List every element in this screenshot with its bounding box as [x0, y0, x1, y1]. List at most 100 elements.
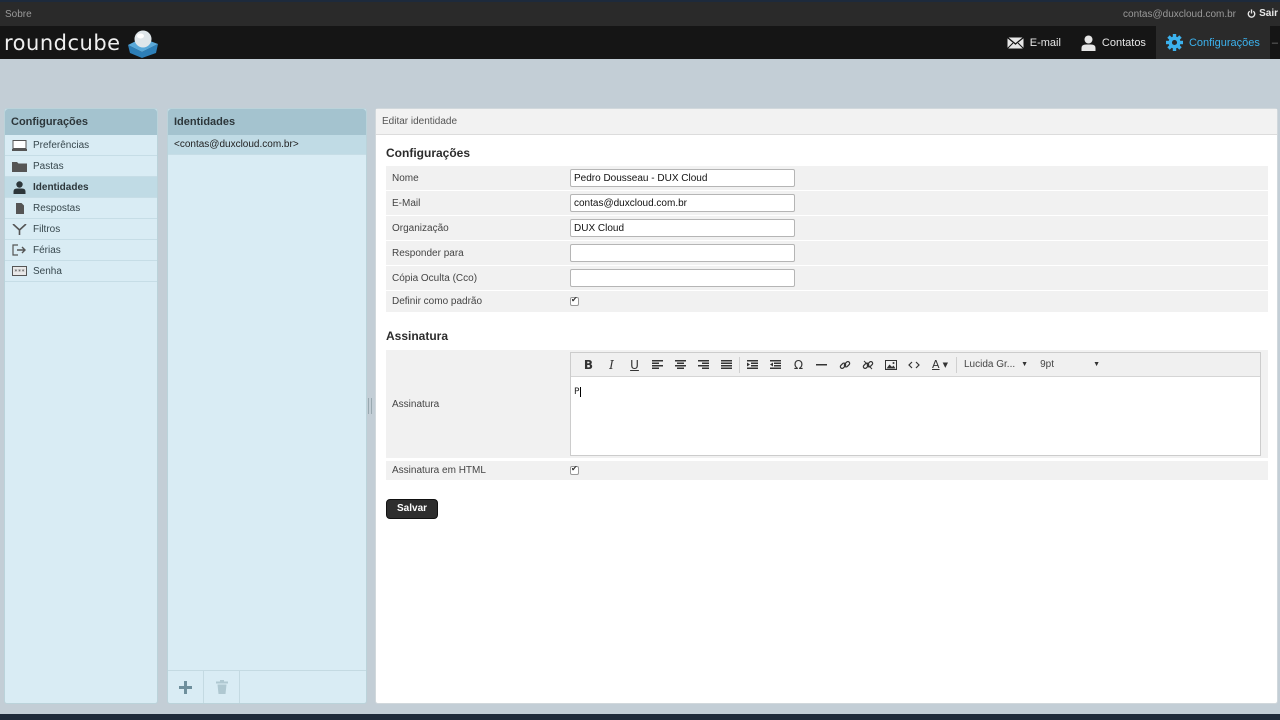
identity-form: Nome E-Mail Organização Responder para C… — [386, 166, 1268, 313]
font-size-value: 9pt — [1040, 359, 1054, 370]
align-right-icon — [698, 360, 709, 369]
font-family-select[interactable]: Lucida Gr... ▼ — [958, 359, 1034, 370]
font-size-select[interactable]: 9pt ▼ — [1034, 359, 1106, 370]
special-char-button[interactable]: Ω — [787, 354, 810, 376]
identities-footer — [168, 670, 366, 703]
name-input[interactable] — [570, 169, 795, 187]
user-email: contas@duxcloud.com.br — [1123, 9, 1236, 20]
task-email[interactable]: E-mail — [997, 26, 1071, 59]
task-email-label: E-mail — [1029, 36, 1061, 49]
form-row-html-signature: Assinatura em HTML — [386, 461, 1268, 481]
settings-nav-panel: Configurações Preferências Pastas Identi… — [4, 108, 158, 704]
link-icon — [839, 360, 850, 369]
bold-button[interactable]: B — [577, 354, 600, 376]
settings-nav-title: Configurações — [5, 109, 157, 135]
nav-item-filters[interactable]: Filtros — [5, 219, 157, 240]
reply-to-input[interactable] — [570, 244, 795, 262]
text-color-button[interactable]: A ▼ — [925, 354, 955, 376]
chevron-down-icon: ▼ — [942, 360, 948, 369]
unlink-button[interactable] — [856, 354, 879, 376]
save-button[interactable]: Salvar — [386, 499, 439, 519]
task-settings-label: Configurações — [1188, 36, 1260, 49]
nav-item-folders[interactable]: Pastas — [5, 156, 157, 177]
signature-section-title: Assinatura — [386, 329, 449, 343]
html-signature-container: Assinatura em HTML — [386, 461, 1268, 481]
toolbar-separator — [739, 356, 740, 373]
link-button[interactable] — [833, 354, 856, 376]
nav-item-vacation[interactable]: Férias — [5, 240, 157, 261]
task-settings[interactable]: Configurações — [1155, 26, 1270, 59]
italic-button[interactable]: I — [600, 354, 623, 376]
bcc-label: Cópia Oculta (Cco) — [392, 272, 478, 284]
align-left-icon — [652, 360, 663, 369]
nav-item-preferences[interactable]: Preferências — [5, 135, 157, 156]
envelope-icon — [1006, 36, 1024, 49]
roundcube-logo[interactable]: roundcube — [4, 28, 160, 58]
identity-item[interactable]: <contas@duxcloud.com.br> — [168, 135, 366, 155]
nav-item-label: Filtros — [33, 223, 61, 235]
unlink-icon — [862, 360, 873, 369]
text-color-letter: A — [932, 358, 940, 371]
html-signature-label: Assinatura em HTML — [392, 465, 486, 476]
vacation-icon — [12, 244, 26, 256]
task-overflow[interactable]: – — [1270, 26, 1280, 59]
about-link[interactable]: Sobre — [5, 9, 32, 20]
settings-section-title: Configurações — [386, 146, 471, 160]
text-cursor — [580, 387, 582, 397]
nav-item-identities[interactable]: Identidades — [5, 177, 157, 198]
default-label: Definir como padrão — [392, 296, 483, 307]
add-identity-button[interactable] — [168, 671, 204, 703]
code-icon — [907, 361, 920, 368]
nav-item-responses[interactable]: Respostas — [5, 198, 157, 219]
header-bar: roundcube E-mail Contatos Configurações … — [0, 26, 1280, 59]
horizontal-rule-icon — [816, 363, 827, 365]
align-left-button[interactable] — [646, 354, 669, 376]
panel-splitter[interactable] — [368, 398, 372, 414]
filter-icon — [12, 223, 27, 235]
signature-row: Assinatura B I U Ω A ▼ Lucida Gr... ▼ 9p… — [386, 350, 1268, 458]
task-contacts[interactable]: Contatos — [1071, 26, 1156, 59]
default-checkbox[interactable] — [570, 295, 579, 306]
form-row-email: E-Mail — [386, 191, 1268, 216]
font-family-value: Lucida Gr... — [964, 359, 1016, 370]
identities-panel: Identidades <contas@duxcloud.com.br> — [167, 108, 367, 704]
html-signature-checkbox[interactable] — [570, 464, 579, 475]
email-input[interactable] — [570, 194, 795, 212]
delete-identity-button[interactable] — [204, 671, 240, 703]
person-icon — [13, 180, 26, 194]
email-label: E-Mail — [392, 197, 421, 209]
logout-button[interactable]: Sair — [1247, 8, 1278, 19]
align-right-button[interactable] — [692, 354, 715, 376]
outdent-button[interactable] — [741, 354, 764, 376]
signature-editor: B I U Ω A ▼ Lucida Gr... ▼ 9pt ▼ P — [570, 352, 1261, 456]
source-code-button[interactable] — [902, 354, 925, 376]
form-row-organization: Organização — [386, 216, 1268, 241]
image-button[interactable] — [879, 354, 902, 376]
align-justify-button[interactable] — [715, 354, 738, 376]
form-row-default: Definir como padrão — [386, 291, 1268, 313]
form-row-reply-to: Responder para — [386, 241, 1268, 266]
top-line: Sobre contas@duxcloud.com.br Sair — [0, 0, 1280, 26]
align-center-button[interactable] — [669, 354, 692, 376]
document-icon — [16, 202, 24, 214]
underline-button[interactable]: U — [623, 354, 646, 376]
name-label: Nome — [392, 172, 419, 184]
person-icon — [1081, 35, 1096, 51]
signature-text-area[interactable]: P — [571, 377, 1260, 407]
nav-item-label: Férias — [33, 244, 61, 256]
chevron-down-icon: ▼ — [1021, 361, 1029, 368]
nav-item-password[interactable]: *** Senha — [5, 261, 157, 282]
indent-button[interactable] — [764, 354, 787, 376]
editor-toolbar: B I U Ω A ▼ Lucida Gr... ▼ 9pt ▼ — [571, 353, 1260, 377]
horizontal-rule-button[interactable] — [810, 354, 833, 376]
bcc-input[interactable] — [570, 269, 795, 287]
form-row-bcc: Cópia Oculta (Cco) — [386, 266, 1268, 291]
outdent-icon — [747, 360, 758, 369]
plus-icon — [179, 680, 192, 694]
organization-input[interactable] — [570, 219, 795, 237]
nav-item-label: Pastas — [33, 160, 64, 172]
logo-icon — [124, 28, 160, 58]
edit-identity-header: Editar identidade — [376, 109, 1277, 135]
organization-label: Organização — [392, 222, 449, 234]
nav-item-label: Respostas — [33, 202, 81, 214]
